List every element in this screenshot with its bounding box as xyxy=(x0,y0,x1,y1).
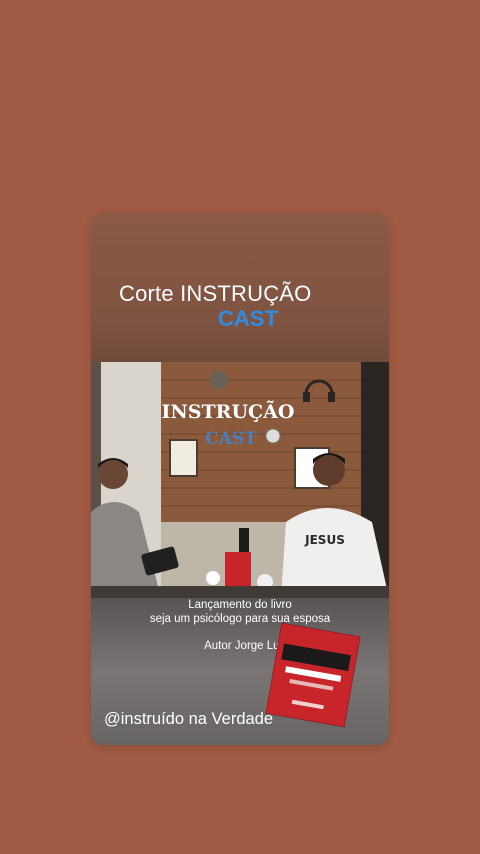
story-title: Corte INSTRUÇÃO xyxy=(119,281,312,306)
shirt-print: JESUS xyxy=(304,533,345,547)
sign-text: INSTRUÇÃO xyxy=(162,400,295,423)
book-cover-image xyxy=(265,622,361,728)
story-card: Corte INSTRUÇÃO CAST INSTRUÇÃO CAST JESU… xyxy=(91,213,389,745)
podcast-scene: INSTRUÇÃO CAST JESUS xyxy=(91,362,389,598)
caption-book-title: seja um psicólogo para sua esposa xyxy=(149,613,331,625)
story-title-cast: CAST xyxy=(218,306,278,331)
sign-text-cast: CAST xyxy=(205,429,257,449)
caption-launch: Lançamento do livro xyxy=(188,599,292,611)
author-handle: @instruído na Verdade xyxy=(104,710,274,728)
book-cover-art xyxy=(265,622,361,728)
podcast-photo: INSTRUÇÃO CAST JESUS xyxy=(91,362,389,598)
